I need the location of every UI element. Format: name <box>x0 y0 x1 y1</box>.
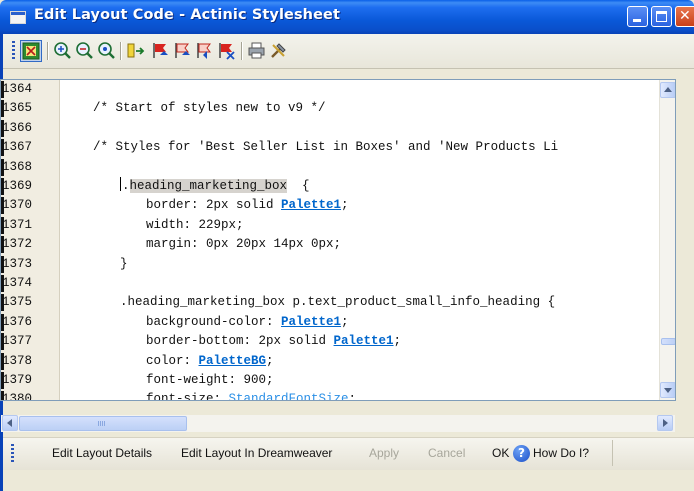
command-bar-grip-icon[interactable] <box>11 444 14 462</box>
zoom-in-icon[interactable] <box>53 41 72 60</box>
edit-in-dreamweaver-button[interactable]: Edit Layout In Dreamweaver <box>181 446 332 460</box>
code-line: } <box>120 256 128 271</box>
code-line: font-size: StandardFontSize; <box>146 390 675 400</box>
insert-variable-icon[interactable] <box>126 41 145 60</box>
scroll-left-icon[interactable] <box>2 415 18 431</box>
code-line: font-weight: 900; <box>146 373 274 387</box>
help-icon[interactable]: ? <box>513 445 530 462</box>
selected-token[interactable]: heading_marketing_box <box>129 179 288 193</box>
toolbar-grip-icon[interactable] <box>12 41 15 61</box>
code-line: border: 2px solid Palette1; <box>146 198 349 213</box>
scroll-up-icon[interactable] <box>660 82 675 98</box>
palette-link[interactable]: Palette1 <box>334 334 394 348</box>
scroll-right-icon[interactable] <box>657 415 673 431</box>
find-icon[interactable] <box>97 41 116 60</box>
zoom-out-icon[interactable] <box>75 41 94 60</box>
vertical-scroll-thumb[interactable] <box>661 338 675 345</box>
ok-button[interactable]: OK <box>492 446 509 460</box>
toolbar <box>3 34 694 69</box>
line-number: 1375 <box>1 293 58 312</box>
maximize-button[interactable] <box>651 6 672 27</box>
palette-link[interactable]: Palette1 <box>281 198 341 212</box>
code-text: { <box>287 179 310 193</box>
line-number-gutter: 1364 1365 1366 1367 1368 1369 1370 1371 … <box>1 80 60 400</box>
code-line: width: 229px; <box>146 217 244 232</box>
apply-button[interactable]: Apply <box>369 446 399 460</box>
minimize-button[interactable] <box>627 6 648 27</box>
palette-link[interactable]: Palette1 <box>281 315 341 329</box>
horizontal-scroll-thumb[interactable] <box>19 416 187 431</box>
window-icon <box>10 11 26 24</box>
layout-code-toggle-icon[interactable] <box>20 40 42 62</box>
code-line: border-bottom: 2px solid Palette1; <box>146 334 402 349</box>
close-button[interactable] <box>675 6 694 27</box>
line-number: 1379 <box>1 371 58 390</box>
flag-back-icon[interactable] <box>195 41 214 60</box>
line-number: 1377 <box>1 332 58 351</box>
code-line: margin: 0px 20px 14px 0px; <box>146 237 342 252</box>
toolbar-separator <box>120 42 122 60</box>
code-line: color: PaletteBG; <box>146 353 274 368</box>
command-bar-divider <box>612 440 613 466</box>
horizontal-scrollbar[interactable] <box>1 415 675 432</box>
line-number: 1364 <box>1 80 58 99</box>
line-number: 1368 <box>1 158 58 177</box>
edit-layout-code-window: Edit Layout Code - Actinic Stylesheet ✕ … <box>0 0 694 491</box>
command-bar: Edit Layout Details Edit Layout In Dream… <box>3 437 694 470</box>
line-number: 1380 <box>1 390 58 400</box>
text-caret <box>120 177 121 191</box>
line-number: 1374 <box>1 274 58 293</box>
cancel-button[interactable]: Cancel <box>428 446 465 460</box>
toolbar-separator <box>241 42 243 60</box>
palette-link[interactable]: PaletteBG <box>199 354 267 368</box>
line-number: 1372 <box>1 235 58 254</box>
title-bar[interactable]: Edit Layout Code - Actinic Stylesheet <box>0 0 694 34</box>
clear-flags-icon[interactable] <box>217 41 236 60</box>
line-number: 1376 <box>1 313 58 332</box>
code-line: /* Start of styles new to v9 */ <box>93 101 326 116</box>
font-size-link[interactable]: StandardFontSize <box>229 392 349 400</box>
edit-layout-details-button[interactable]: Edit Layout Details <box>52 446 152 460</box>
flag-outline-icon[interactable] <box>173 41 192 60</box>
window-title: Edit Layout Code - Actinic Stylesheet <box>34 7 340 23</box>
line-number: 1365 <box>1 99 58 118</box>
code-line: .heading_marketing_box p.text_product_sm… <box>120 295 556 310</box>
line-number: 1378 <box>1 352 58 371</box>
line-number: 1366 <box>1 119 58 138</box>
print-icon[interactable] <box>247 41 266 60</box>
flag-red-icon[interactable] <box>151 41 170 60</box>
code-editor[interactable]: 1364 1365 1366 1367 1368 1369 1370 1371 … <box>0 79 676 401</box>
code-line: background-color: Palette1; <box>146 314 349 329</box>
line-number: 1369 <box>1 177 58 196</box>
line-number: 1371 <box>1 216 58 235</box>
code-line: /* Styles for 'Best Seller List in Boxes… <box>93 140 559 155</box>
vertical-scrollbar[interactable] <box>659 80 675 400</box>
line-number: 1373 <box>1 255 58 274</box>
how-do-i-button[interactable]: How Do I? <box>533 446 589 460</box>
line-number: 1370 <box>1 196 58 215</box>
tools-icon[interactable] <box>269 41 288 60</box>
code-line: .heading_marketing_box { <box>120 177 310 193</box>
toolbar-separator <box>47 42 49 60</box>
scroll-down-icon[interactable] <box>660 382 675 398</box>
line-number: 1367 <box>1 138 58 157</box>
